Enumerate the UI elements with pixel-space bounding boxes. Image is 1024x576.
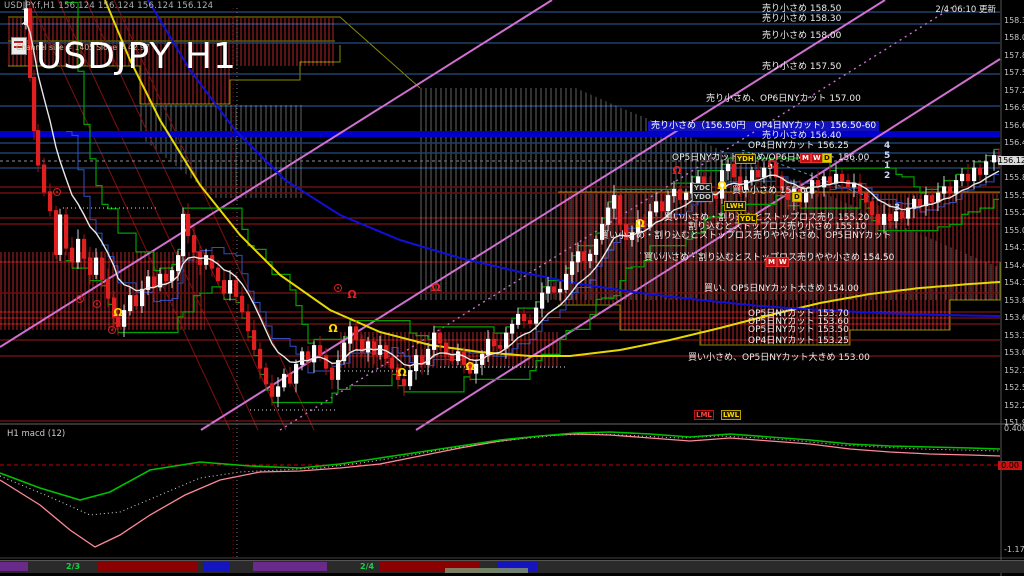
chart-annotation: 買い小さめ・割り込むとストップロス売りやや小さめ、OP5日NYカット bbox=[600, 231, 891, 241]
axis-price-label: 155.295 bbox=[1004, 208, 1024, 217]
axis-price-label: 158.370 bbox=[1004, 16, 1024, 25]
price-chart-svg[interactable]: ΩΩΩΩΩΩΩΩΩΩ bbox=[0, 0, 1024, 576]
wave-count-label: 4 bbox=[884, 141, 890, 151]
level-badge-ydo: YDO bbox=[692, 192, 713, 202]
svg-text:Ω: Ω bbox=[717, 179, 727, 192]
level-badge-ydh: YDH bbox=[735, 154, 756, 164]
axis-price-label: 155.575 bbox=[1004, 191, 1024, 200]
status-bar: 2/3 2/4 bbox=[0, 560, 1024, 573]
axis-price-label: 157.255 bbox=[1004, 86, 1024, 95]
status-segment bbox=[253, 562, 327, 571]
svg-text:Ω: Ω bbox=[328, 322, 338, 335]
update-time-label: 2/4 06:10 更新 bbox=[935, 3, 996, 15]
macd-zero-tag: 0.00 bbox=[998, 461, 1022, 470]
status-segment bbox=[0, 562, 28, 571]
level-badge-m: M bbox=[766, 257, 777, 267]
axis-price-label: 157.810 bbox=[1004, 51, 1024, 60]
axis-price-label: 152.220 bbox=[1004, 401, 1024, 410]
axis-price-label: -1.173 bbox=[1004, 545, 1024, 554]
axis-price-label: 0.400 bbox=[1004, 424, 1024, 433]
svg-text:Ω: Ω bbox=[397, 366, 407, 379]
level-badge-ydl: YDL bbox=[738, 214, 757, 224]
axis-price-label: 155.015 bbox=[1004, 226, 1024, 235]
level-badge-w: W bbox=[777, 257, 789, 267]
status-segment bbox=[97, 562, 197, 571]
level-badge-lwh: LWH bbox=[724, 201, 746, 211]
macd-indicator-label: H1 macd (12) bbox=[7, 429, 65, 439]
wave-count-label: 1 bbox=[884, 161, 890, 171]
current-price-tag: 156.124 bbox=[998, 156, 1024, 165]
svg-text:Ω: Ω bbox=[635, 217, 645, 230]
symbol-watermark: USDJPY H1 bbox=[36, 36, 237, 77]
level-badge-lml: LML bbox=[694, 410, 714, 420]
chart-annotation: 売り小さめ（156.50円 OP4日NYカット）156.50-60 bbox=[648, 121, 879, 131]
chart-annotation: OP5日NYカット 153.50 bbox=[748, 325, 849, 335]
chart-annotation: 売り小さめ 158.30 bbox=[762, 14, 841, 24]
chart-annotation: OP4日NYカット 156.25 bbox=[748, 141, 849, 151]
chart-annotation: 売り小さめ 157.50 bbox=[762, 62, 841, 72]
svg-text:Ω: Ω bbox=[672, 164, 682, 177]
axis-price-label: 153.895 bbox=[1004, 296, 1024, 305]
axis-price-label: 154.735 bbox=[1004, 243, 1024, 252]
chart-annotation: 売り小さめ、OP6日NYカット 157.00 bbox=[706, 94, 861, 104]
axis-price-label: 153.340 bbox=[1004, 331, 1024, 340]
level-badge-lwl: LWL bbox=[721, 410, 741, 420]
svg-text:Ω: Ω bbox=[465, 360, 475, 373]
svg-text:Ω: Ω bbox=[113, 306, 123, 319]
chart-annotation: 売り小さめ 158.00 bbox=[762, 31, 841, 41]
status-segment bbox=[203, 562, 230, 571]
chart-annotation: OP4日NYカット 153.25 bbox=[748, 336, 849, 346]
chart-title-bar: USDJPY.f,H1 156.124 156.124 156.124 156.… bbox=[4, 1, 213, 11]
axis-price-label: 156.975 bbox=[1004, 103, 1024, 112]
chart-annotation: 買い小さめ、OP5日NYカット大きめ 153.00 bbox=[688, 353, 870, 363]
svg-text:Ω: Ω bbox=[431, 281, 441, 294]
level-badge-m: M bbox=[800, 153, 811, 163]
level-badge-d: D bbox=[792, 192, 802, 202]
axis-price-label: 156.415 bbox=[1004, 138, 1024, 147]
chart-annotation: 買い、OP5日NYカット大きめ 154.00 bbox=[704, 284, 859, 294]
chart-annotation: OP5日NYカット大きめ/OP6日NYカット 156.00 bbox=[672, 153, 869, 163]
wave-count-label: 3 bbox=[894, 203, 900, 213]
svg-text:Ω: Ω bbox=[347, 288, 357, 301]
date-label-1: 2/3 bbox=[66, 562, 80, 571]
chart-annotation: 売り小さめ 156.40 bbox=[762, 131, 841, 141]
axis-price-label: 156.695 bbox=[1004, 121, 1024, 130]
axis-price-label: 155.855 bbox=[1004, 173, 1024, 182]
axis-price-label: 152.500 bbox=[1004, 383, 1024, 392]
axis-price-label: 153.060 bbox=[1004, 348, 1024, 357]
level-badge-d: D bbox=[822, 153, 832, 163]
axis-price-label: 153.615 bbox=[1004, 313, 1024, 322]
axis-price-label: 152.780 bbox=[1004, 366, 1024, 375]
axis-price-label: 157.530 bbox=[1004, 68, 1024, 77]
axis-price-label: 154.175 bbox=[1004, 278, 1024, 287]
date-label-2: 2/4 bbox=[360, 562, 374, 571]
mt4-chart-window: ΩΩΩΩΩΩΩΩΩΩ USDJPY.f,H1 156.124 156.124 1… bbox=[0, 0, 1024, 576]
axis-price-label: 154.455 bbox=[1004, 261, 1024, 270]
wave-count-label: 2 bbox=[884, 171, 890, 181]
axis-price-label: 158.090 bbox=[1004, 33, 1024, 42]
chart-annotation: 売り小さめ 158.50 bbox=[762, 4, 841, 14]
wave-count-label: 5 bbox=[884, 151, 890, 161]
status-badge bbox=[445, 568, 528, 573]
level-badge-w: W bbox=[811, 153, 823, 163]
